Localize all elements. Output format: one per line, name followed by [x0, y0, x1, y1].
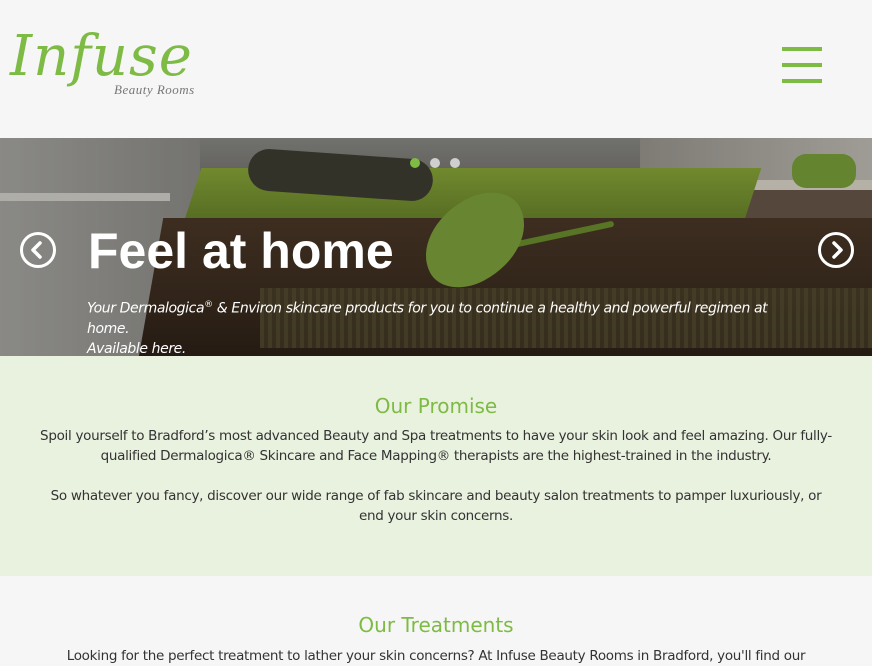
- slider-next-button[interactable]: [818, 232, 854, 268]
- registered-mark: ®: [204, 300, 213, 310]
- slider-dot-2[interactable]: [430, 158, 440, 168]
- slider-dot-3[interactable]: [450, 158, 460, 168]
- slide-title: Feel at home: [88, 223, 394, 279]
- promise-section: Our Promise Spoil yourself to Bradford’s…: [0, 356, 872, 576]
- promise-heading: Our Promise: [374, 394, 498, 418]
- slide-caption-part: Your Dermalogica: [87, 300, 205, 317]
- promise-paragraph-2: So whatever you fancy, discover our wide…: [50, 488, 822, 524]
- treatments-heading: Our Treatments: [358, 613, 514, 637]
- hamburger-icon-bar-bottom: [782, 79, 822, 83]
- site-header: Infuse Beauty Rooms: [0, 0, 872, 138]
- chevron-right-icon: [832, 241, 843, 259]
- slider-prev-button[interactable]: [20, 232, 56, 268]
- hamburger-icon-bar-top: [782, 47, 822, 51]
- chevron-left-icon: [31, 241, 42, 259]
- promise-paragraph-1: Spoil yourself to Bradford’s most advanc…: [40, 428, 832, 464]
- available-here-link[interactable]: Available here.: [87, 341, 186, 356]
- logo-tagline: Beauty Rooms: [114, 82, 195, 97]
- treatments-section: Our Treatments Looking for the perfect t…: [0, 576, 872, 664]
- site-logo[interactable]: Infuse Beauty Rooms: [10, 22, 215, 112]
- slide-caption: Your Dermalogica® & Environ skincare pro…: [87, 295, 807, 356]
- treatments-paragraph: Looking for the perfect treatment to lat…: [66, 648, 806, 664]
- menu-toggle-button[interactable]: [782, 47, 822, 85]
- hero-slider: Feel at home Your Dermalogica® & Environ…: [0, 138, 872, 356]
- slider-dot-1[interactable]: [410, 158, 420, 168]
- hamburger-icon-bar-middle: [782, 63, 822, 67]
